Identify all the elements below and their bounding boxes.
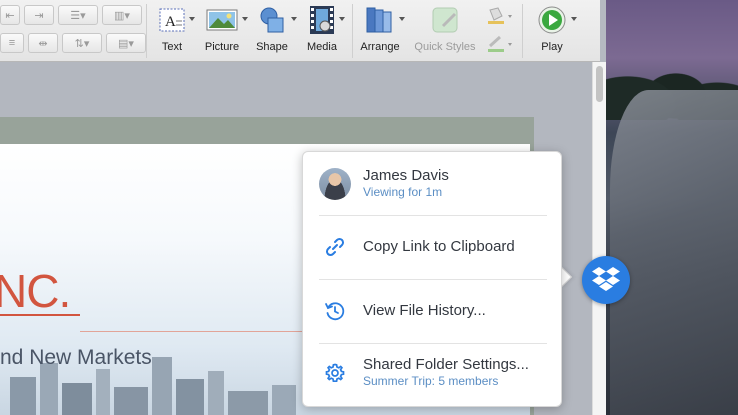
shared-folder-members: Summer Trip: 5 members: [363, 374, 499, 388]
media-film-icon: [310, 6, 334, 34]
play-icon: [538, 6, 566, 34]
desktop-wallpaper: [600, 0, 738, 415]
dropbox-logo-icon: [592, 267, 620, 291]
gear-icon: [325, 363, 345, 382]
quick-styles-icon: [432, 7, 458, 33]
media-tool-label: Media: [307, 41, 337, 53]
ribbon-toolbar: ⇤ ⇥ ☰▾ ▥▾ ≡ ⇹ ⇅▾ ▤▾ A Text Picture Shape…: [0, 0, 600, 62]
align-text-button[interactable]: ▤▾: [106, 33, 146, 53]
viewer-user-row[interactable]: James Davis Viewing for 1m: [319, 167, 547, 200]
ribbon-separator: [522, 4, 523, 58]
dropbox-popover: James Davis Viewing for 1m Copy Link to …: [302, 151, 562, 407]
user-status: Viewing for 1m: [363, 185, 443, 199]
picture-tool-button[interactable]: Picture: [200, 4, 248, 58]
text-box-icon: A: [159, 8, 185, 32]
chevron-down-icon: [339, 17, 345, 21]
history-icon: [325, 302, 345, 321]
indent-icon: ⇥: [34, 9, 44, 22]
paragraph-format-row-2: ≡ ⇹ ⇅▾ ▤▾: [0, 33, 146, 53]
chevron-down-icon: [291, 17, 297, 21]
columns-icon: ▥▾: [114, 9, 130, 22]
wallpaper-rock: [610, 90, 738, 415]
arrange-tool-label: Arrange: [360, 41, 400, 53]
outdent-icon: ⇤: [5, 9, 15, 22]
justify-button[interactable]: ≡: [0, 33, 24, 53]
arrange-tool-button[interactable]: Arrange: [360, 4, 405, 58]
copy-link-menu-item[interactable]: Copy Link to Clipboard: [319, 231, 547, 263]
picture-tool-label: Picture: [204, 41, 240, 53]
play-tool-label: Play: [541, 41, 563, 53]
picture-icon: [206, 9, 238, 31]
quick-styles-tool-label: Quick Styles: [414, 41, 476, 53]
text-direction-icon: ⇅▾: [74, 37, 90, 50]
arrange-icon: [366, 7, 392, 33]
vertical-scrollbar[interactable]: [592, 62, 606, 415]
outdent-button[interactable]: ⇤: [0, 5, 20, 25]
quick-styles-tool-button[interactable]: Quick Styles: [414, 4, 476, 58]
chevron-down-icon: [189, 17, 195, 21]
view-file-history-label: View File History...: [363, 302, 486, 319]
user-name: James Davis: [363, 167, 449, 184]
chevron-down-icon: [399, 17, 405, 21]
copy-link-label: Copy Link to Clipboard: [363, 238, 515, 255]
media-tool-button[interactable]: Media: [302, 4, 345, 58]
text-tool-button[interactable]: A Text: [152, 4, 195, 58]
align-text-icon: ▤▾: [118, 37, 134, 50]
popover-divider: [319, 215, 547, 216]
play-tool-button[interactable]: Play: [530, 4, 577, 58]
text-direction-button[interactable]: ⇅▾: [62, 33, 102, 53]
slide-title[interactable]: NC.: [0, 264, 71, 318]
shape-tool-button[interactable]: Shape: [252, 4, 297, 58]
shape-icon: [260, 7, 284, 33]
link-icon: [325, 237, 345, 257]
shared-folder-settings-menu-item[interactable]: Shared Folder Settings... Summer Trip: 5…: [319, 356, 547, 389]
justify-icon: ≡: [8, 37, 16, 49]
svg-text:A: A: [165, 14, 176, 30]
ribbon-separator: [146, 4, 147, 58]
paint-bucket-icon: [488, 7, 512, 24]
chevron-down-icon: [571, 17, 577, 21]
text-tool-label: Text: [161, 41, 183, 53]
popover-divider: [319, 343, 547, 344]
pencil-line-icon: [488, 35, 512, 52]
distribute-button[interactable]: ⇹: [28, 33, 58, 53]
ribbon-separator: [352, 4, 353, 58]
line-color-button[interactable]: [484, 34, 514, 54]
scrollbar-thumb[interactable]: [596, 66, 603, 102]
paragraph-format-row-1: ⇤ ⇥ ☰▾ ▥▾: [0, 5, 142, 25]
dropbox-badge-button[interactable]: [582, 256, 630, 304]
line-spacing-button[interactable]: ☰▾: [58, 5, 98, 25]
view-file-history-menu-item[interactable]: View File History...: [319, 295, 547, 327]
line-spacing-icon: ☰▾: [70, 9, 86, 22]
indent-button[interactable]: ⇥: [24, 5, 54, 25]
distribute-icon: ⇹: [38, 37, 48, 50]
slide-title-underline: [0, 314, 80, 316]
chevron-down-icon: [242, 17, 248, 21]
fill-color-button[interactable]: [484, 6, 514, 26]
shared-folder-settings-label: Shared Folder Settings...: [363, 356, 529, 373]
columns-button[interactable]: ▥▾: [102, 5, 142, 25]
avatar: [319, 167, 351, 200]
popover-divider: [319, 279, 547, 280]
shape-tool-label: Shape: [256, 41, 288, 53]
slide-subtitle[interactable]: nd New Markets: [0, 346, 152, 370]
